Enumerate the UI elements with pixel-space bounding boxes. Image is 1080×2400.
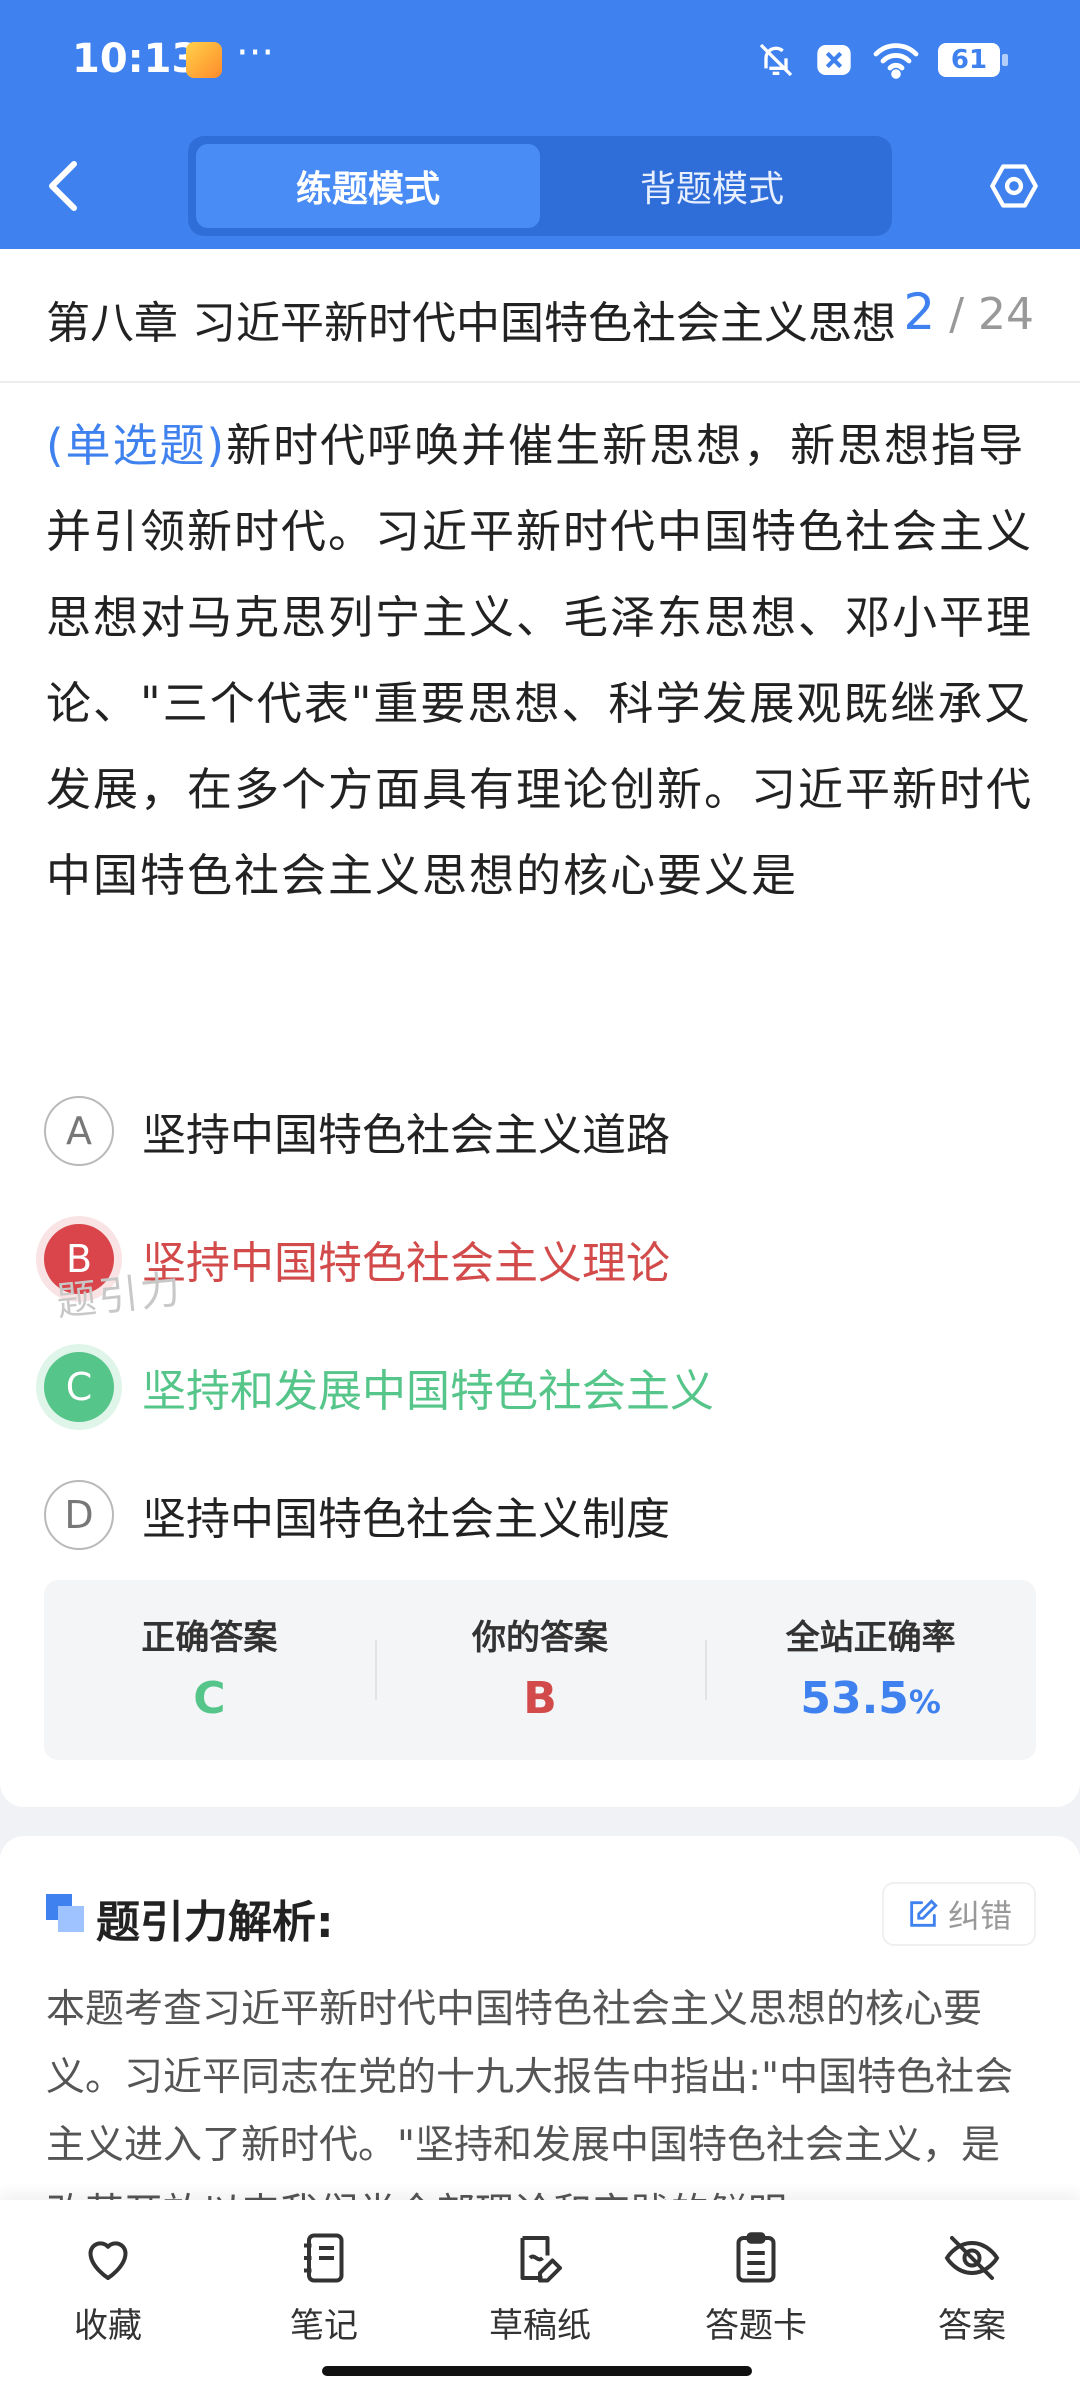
header: 10:13 ··· 61 练题模式 背题模式: [0, 0, 1080, 249]
show-answer-button[interactable]: 答案: [864, 2200, 1080, 2400]
favorite-button[interactable]: 收藏: [0, 2200, 216, 2400]
tab-memorize-mode[interactable]: 背题模式: [540, 144, 884, 228]
accuracy-rate-unit: %: [908, 1683, 941, 1721]
accuracy-rate-number: 53.5: [800, 1673, 909, 1724]
settings-button[interactable]: [988, 160, 1040, 212]
total-questions: / 24: [949, 289, 1034, 340]
analysis-squares-icon: [46, 1894, 86, 1934]
option-letter: C: [44, 1352, 114, 1422]
correct-answer-column: 正确答案 C: [44, 1580, 375, 1760]
favorite-label: 收藏: [74, 2306, 142, 2346]
back-button[interactable]: [44, 158, 84, 214]
notes-label: 笔记: [290, 2306, 358, 2346]
status-icons: 61: [756, 40, 1008, 80]
clipboard-icon: [736, 2232, 776, 2283]
question-body: 新时代呼唤并催生新思想，新思想指导并引领新时代。习近平新时代中国特色社会主义思想…: [46, 419, 1034, 902]
analysis-title: 题引力解析:: [96, 1897, 334, 1948]
option-text: 坚持中国特色社会主义道路: [142, 1110, 670, 1161]
option-c[interactable]: C 坚持和发展中国特色社会主义: [44, 1349, 714, 1425]
question-text: (单选题)新时代呼唤并催生新思想，新思想指导并引领新时代。习近平新时代中国特色社…: [46, 403, 1036, 919]
report-error-button[interactable]: 纠错: [881, 1882, 1036, 1946]
question-card: (单选题)新时代呼唤并催生新思想，新思想指导并引领新时代。习近平新时代中国特色社…: [0, 383, 1080, 1807]
battery-indicator: 61: [938, 43, 1008, 77]
mode-switch: 练题模式 背题模式: [188, 136, 892, 236]
accuracy-rate-label: 全站正确率: [785, 1618, 956, 1658]
correct-answer-label: 正确答案: [141, 1618, 278, 1658]
draft-pen-icon: [520, 2236, 562, 2283]
status-time: 10:13: [72, 36, 200, 82]
option-a[interactable]: A 坚持中国特色社会主义道路: [44, 1093, 670, 1169]
home-indicator[interactable]: [322, 2366, 752, 2376]
option-text: 坚持和发展中国特色社会主义: [142, 1366, 714, 1417]
answer-sheet-label: 答题卡: [705, 2306, 807, 2346]
your-answer-label: 你的答案: [472, 1618, 608, 1658]
wifi-icon: [873, 43, 919, 79]
sim-off-icon: [817, 45, 851, 75]
question-type: (单选题): [46, 419, 227, 472]
chapter-title: 第八章 习近平新时代中国特色社会主义思想: [46, 298, 896, 349]
correct-answer-value: C: [193, 1673, 226, 1724]
chevron-left-icon: [49, 161, 77, 211]
settings-hexagon-icon: [990, 164, 1038, 208]
option-letter: D: [44, 1480, 114, 1550]
bell-muted-icon: [759, 43, 793, 77]
app-notification-icon: [186, 42, 222, 78]
your-answer-column: 你的答案 B: [374, 1580, 706, 1760]
draft-paper-label: 草稿纸: [489, 2306, 591, 2346]
accuracy-rate-column: 全站正确率 53.5%: [705, 1580, 1036, 1760]
page: 10:13 ··· 61 练题模式 背题模式 第八章 习近平新时代中国特色社会主…: [0, 0, 1080, 2400]
report-error-label: 纠错: [947, 1897, 1012, 1935]
current-question-number: 2: [903, 283, 936, 341]
tab-practice-mode[interactable]: 练题模式: [196, 144, 540, 228]
chapter-bar: 第八章 习近平新时代中国特色社会主义思想 2 / 24: [0, 249, 1080, 383]
watermark: 题引力: [54, 1266, 185, 1326]
notebook-icon: [304, 2233, 344, 2283]
more-notifications-icon: ···: [236, 30, 275, 76]
question-counter: 2 / 24: [903, 283, 1034, 341]
option-text: 坚持中国特色社会主义制度: [142, 1494, 670, 1545]
your-answer-value: B: [523, 1673, 557, 1724]
accuracy-rate-value: 53.5%: [705, 1673, 1036, 1724]
heart-icon: [88, 2241, 128, 2280]
eye-off-icon: [944, 2236, 1000, 2280]
answer-result-panel: 正确答案 C 你的答案 B 全站正确率 53.5%: [44, 1580, 1036, 1760]
edit-icon: [910, 1899, 938, 1927]
option-text: 坚持中国特色社会主义理论: [142, 1238, 670, 1289]
option-letter: A: [44, 1096, 114, 1166]
show-answer-label: 答案: [938, 2306, 1006, 2346]
option-d[interactable]: D 坚持中国特色社会主义制度: [44, 1477, 670, 1553]
